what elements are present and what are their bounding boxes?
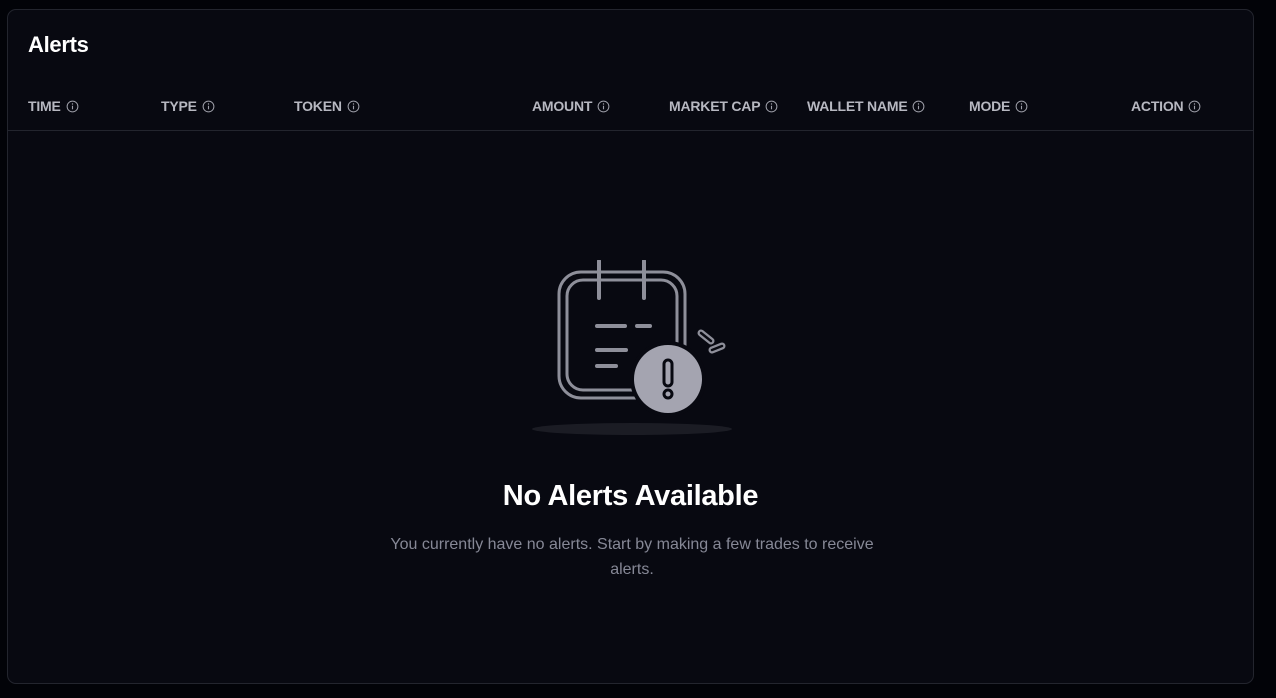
column-label: WALLET NAME	[807, 98, 908, 114]
column-label: TOKEN	[294, 98, 342, 114]
column-header-token[interactable]: TOKEN	[294, 94, 360, 118]
column-header-market-cap[interactable]: MARKET CAP	[669, 94, 778, 118]
column-header-type[interactable]: TYPE	[161, 94, 215, 118]
calendar-alert-icon	[532, 260, 732, 435]
info-icon[interactable]	[66, 100, 79, 113]
info-icon[interactable]	[347, 100, 360, 113]
info-icon[interactable]	[202, 100, 215, 113]
column-label: TIME	[28, 98, 61, 114]
column-label: MARKET CAP	[669, 98, 761, 114]
info-icon[interactable]	[765, 100, 778, 113]
column-label: TYPE	[161, 98, 197, 114]
column-header-mode[interactable]: MODE	[969, 94, 1028, 118]
column-label: MODE	[969, 98, 1011, 114]
column-label: ACTION	[1131, 98, 1184, 114]
column-header-amount[interactable]: AMOUNT	[532, 94, 610, 118]
info-icon[interactable]	[1015, 100, 1028, 113]
alerts-panel: Alerts TIME TYPE TOKEN AMOUNT MARKET CAP…	[7, 9, 1254, 684]
empty-state-description: You currently have no alerts. Start by m…	[390, 536, 874, 578]
column-header-action[interactable]: ACTION	[1131, 94, 1201, 118]
info-icon[interactable]	[912, 100, 925, 113]
column-header-wallet-name[interactable]: WALLET NAME	[807, 94, 925, 118]
info-icon[interactable]	[1188, 100, 1201, 113]
empty-state-title: No Alerts Available	[502, 480, 759, 512]
table-header: TIME TYPE TOKEN AMOUNT MARKET CAP WALLET…	[8, 94, 1253, 131]
column-header-time[interactable]: TIME	[28, 94, 79, 118]
panel-title: Alerts	[28, 32, 89, 57]
column-label: AMOUNT	[532, 98, 593, 114]
info-icon[interactable]	[597, 100, 610, 113]
